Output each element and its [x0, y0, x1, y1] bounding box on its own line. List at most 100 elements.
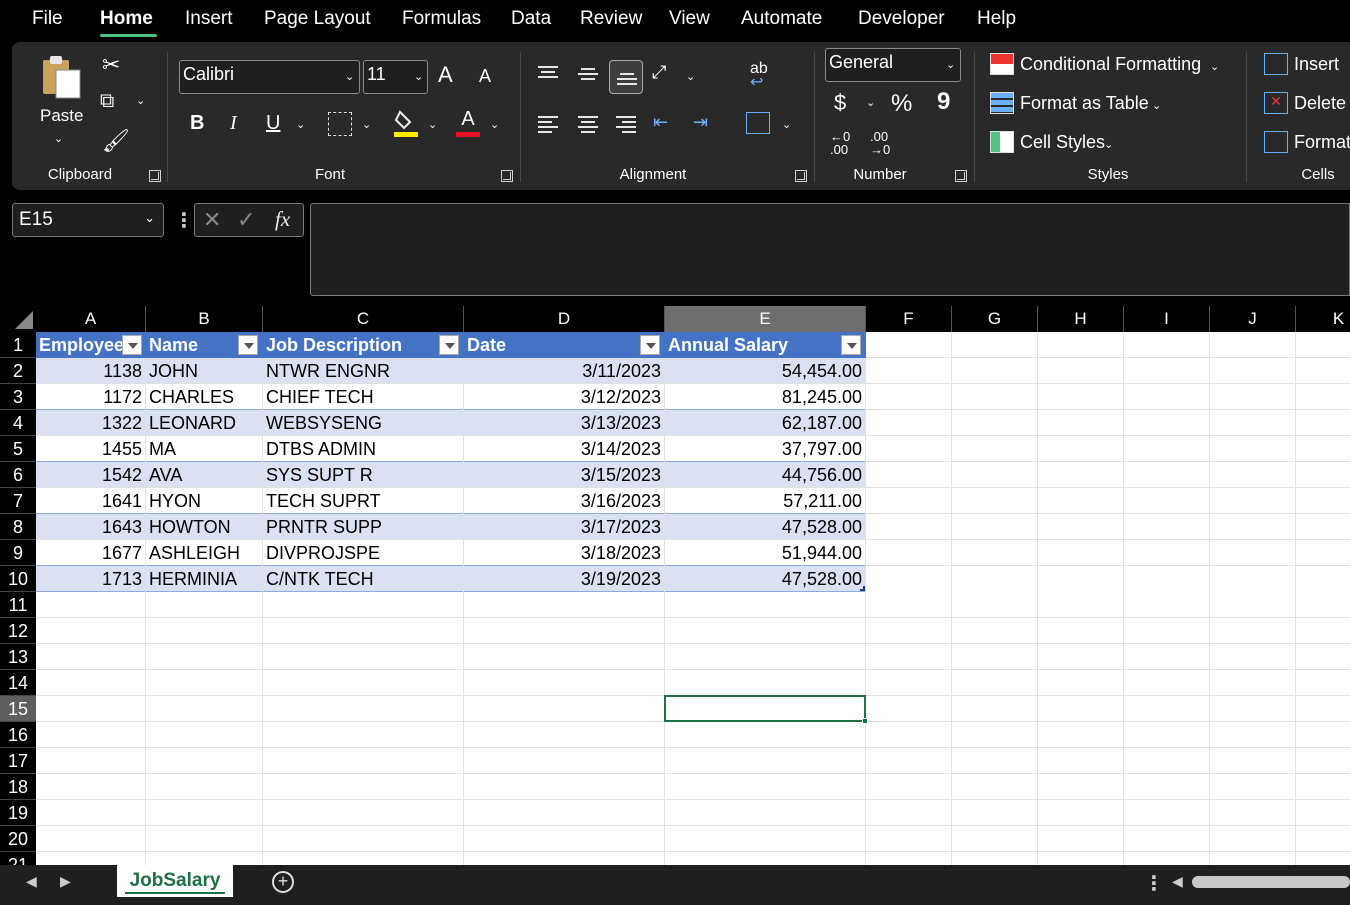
date-cell[interactable]: 3/12/2023	[464, 384, 665, 410]
format-as-table-icon[interactable]	[990, 92, 1014, 114]
row-header-11[interactable]: 11	[0, 592, 36, 618]
number-launcher-icon[interactable]	[955, 170, 967, 182]
job-description-cell[interactable]: SYS SUPT R	[263, 462, 464, 488]
job-description-cell[interactable]: C/NTK TECH	[263, 566, 464, 592]
font-size-dropdown-icon[interactable]: ⌄	[414, 70, 423, 83]
orientation-icon[interactable]: ⤢	[652, 62, 666, 83]
menu-developer[interactable]: Developer	[858, 8, 945, 30]
delete-cells-button[interactable]: Delete	[1294, 93, 1346, 114]
name-cell[interactable]: MA	[146, 436, 263, 462]
insert-cells-icon[interactable]	[1264, 53, 1288, 75]
job-description-cell[interactable]: NTWR ENGNR	[263, 358, 464, 384]
row-header-15[interactable]: 15	[0, 696, 36, 722]
column-header-h[interactable]: H	[1038, 306, 1124, 332]
name-cell[interactable]: HOWTON	[146, 514, 263, 540]
align-right-icon[interactable]	[616, 116, 636, 133]
job-description-cell[interactable]: PRNTR SUPP	[263, 514, 464, 540]
table-header-annual-salary[interactable]: Annual Salary	[665, 332, 866, 358]
column-header-b[interactable]: B	[146, 306, 263, 332]
employee-cell[interactable]: 1322	[36, 410, 146, 436]
column-header-c[interactable]: C	[263, 306, 464, 332]
date-cell[interactable]: 3/14/2023	[464, 436, 665, 462]
cell-styles-dropdown-icon[interactable]: ⌄	[1104, 138, 1113, 151]
format-cells-button[interactable]: Format	[1294, 132, 1350, 153]
row-header-14[interactable]: 14	[0, 670, 36, 696]
column-header-d[interactable]: D	[464, 306, 665, 332]
format-painter-icon[interactable]: 🖌	[102, 128, 130, 154]
number-format-select[interactable]: General	[825, 48, 961, 82]
employee-cell[interactable]: 1138	[36, 358, 146, 384]
date-cell[interactable]: 3/13/2023	[464, 410, 665, 436]
scroll-tabs-right-icon[interactable]: ▶	[60, 873, 71, 890]
column-header-a[interactable]: A	[36, 306, 146, 332]
column-header-j[interactable]: J	[1210, 306, 1296, 332]
underline-dropdown-icon[interactable]: ⌄	[296, 118, 305, 131]
grow-font-icon[interactable]: A	[438, 62, 453, 88]
employee-cell[interactable]: 1172	[36, 384, 146, 410]
annual-salary-cell[interactable]: 57,211.00	[665, 488, 866, 514]
date-cell[interactable]: 3/15/2023	[464, 462, 665, 488]
decrease-decimal-button[interactable]: .00 →0	[870, 130, 890, 156]
date-cell[interactable]: 3/19/2023	[464, 566, 665, 592]
cell-styles-icon[interactable]	[990, 131, 1014, 153]
scroll-tabs-left-icon[interactable]: ◀	[26, 873, 37, 890]
copy-icon[interactable]: ⧉	[100, 90, 114, 113]
cell-styles-button[interactable]: Cell Styles	[1020, 132, 1105, 153]
paste-button[interactable]: Paste	[40, 106, 83, 126]
shrink-font-icon[interactable]: A	[479, 66, 491, 87]
job-description-cell[interactable]: CHIEF TECH	[263, 384, 464, 410]
table-header-employee[interactable]: Employee	[36, 332, 146, 358]
paste-icon[interactable]	[40, 54, 84, 100]
conditional-formatting-dropdown-icon[interactable]: ⌄	[1210, 60, 1219, 73]
row-header-2[interactable]: 2	[0, 358, 36, 384]
top-align-icon[interactable]	[538, 66, 558, 82]
table-header-job-description[interactable]: Job Description	[263, 332, 464, 358]
job-description-cell[interactable]: WEBSYSENG	[263, 410, 464, 436]
annual-salary-cell[interactable]: 47,528.00	[665, 514, 866, 540]
currency-dropdown-icon[interactable]: ⌄	[866, 96, 875, 109]
employee-cell[interactable]: 1643	[36, 514, 146, 540]
job-description-cell[interactable]: TECH SUPRT	[263, 488, 464, 514]
middle-align-icon[interactable]	[578, 68, 598, 84]
selected-cell-e15[interactable]	[664, 695, 868, 724]
name-cell[interactable]: HERMINIA	[146, 566, 263, 592]
decrease-indent-icon[interactable]: ⇤	[653, 112, 668, 133]
menu-help[interactable]: Help	[977, 8, 1016, 30]
row-header-6[interactable]: 6	[0, 462, 36, 488]
row-header-8[interactable]: 8	[0, 514, 36, 540]
font-color-dropdown-icon[interactable]: ⌄	[490, 118, 499, 131]
italic-button[interactable]: I	[230, 112, 237, 135]
sheet-tab-jobsalary[interactable]: JobSalary	[117, 865, 233, 897]
menu-insert[interactable]: Insert	[185, 8, 233, 30]
annual-salary-cell[interactable]: 54,454.00	[665, 358, 866, 384]
name-cell[interactable]: ASHLEIGH	[146, 540, 263, 566]
employee-cell[interactable]: 1713	[36, 566, 146, 592]
font-launcher-icon[interactable]	[501, 170, 513, 182]
table-header-name[interactable]: Name	[146, 332, 263, 358]
select-all-corner[interactable]	[0, 306, 36, 332]
conditional-formatting-icon[interactable]	[990, 53, 1014, 75]
name-cell[interactable]: LEONARD	[146, 410, 263, 436]
row-header-20[interactable]: 20	[0, 826, 36, 852]
currency-button[interactable]: $	[834, 90, 846, 116]
job-description-cell[interactable]: DTBS ADMIN	[263, 436, 464, 462]
increase-indent-icon[interactable]: ⇥	[693, 112, 708, 133]
enter-icon[interactable]: ✓	[237, 207, 255, 233]
delete-cells-icon[interactable]: ✕	[1264, 92, 1288, 114]
cancel-icon[interactable]: ✕	[203, 207, 221, 233]
annual-salary-cell[interactable]: 37,797.00	[665, 436, 866, 462]
name-cell[interactable]: HYON	[146, 488, 263, 514]
row-header-10[interactable]: 10	[0, 566, 36, 592]
row-header-3[interactable]: 3	[0, 384, 36, 410]
menu-data[interactable]: Data	[511, 8, 551, 30]
name-cell[interactable]: CHARLES	[146, 384, 263, 410]
row-header-4[interactable]: 4	[0, 410, 36, 436]
orientation-dropdown-icon[interactable]: ⌄	[686, 70, 695, 83]
row-header-13[interactable]: 13	[0, 644, 36, 670]
date-cell[interactable]: 3/18/2023	[464, 540, 665, 566]
percent-button[interactable]: %	[891, 90, 912, 118]
row-header-16[interactable]: 16	[0, 722, 36, 748]
employee-cell[interactable]: 1677	[36, 540, 146, 566]
menu-automate[interactable]: Automate	[741, 8, 822, 30]
menu-review[interactable]: Review	[580, 8, 642, 30]
